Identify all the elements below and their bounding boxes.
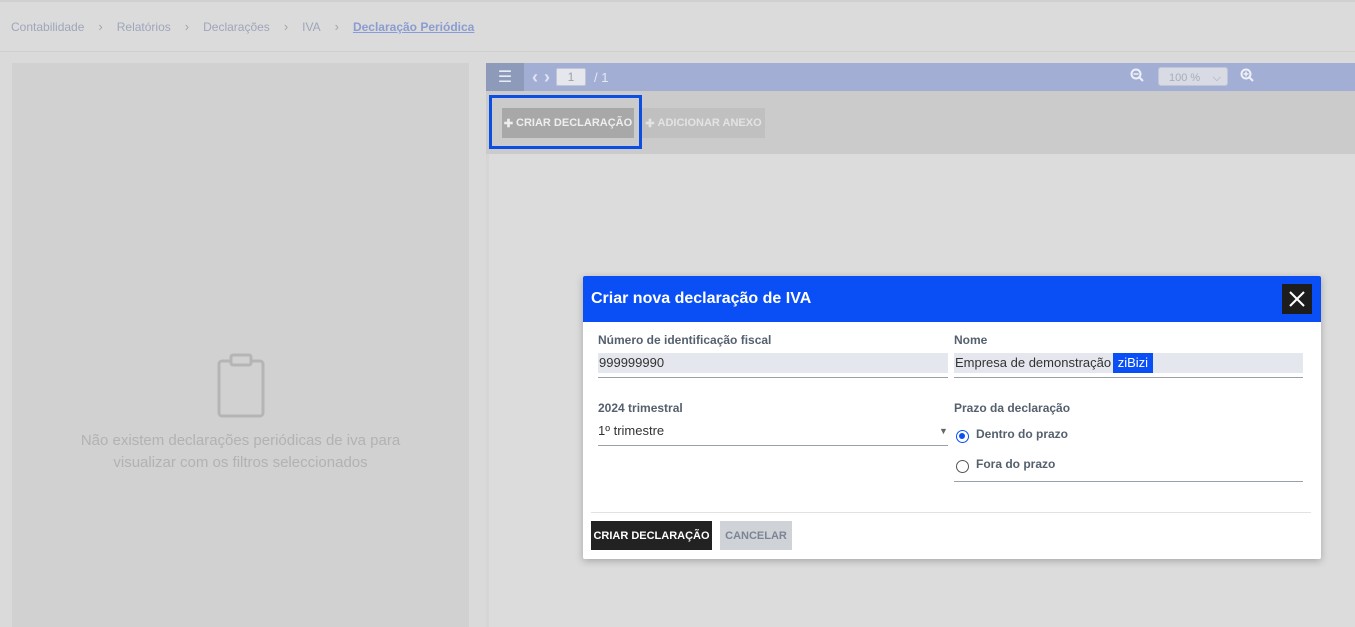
chevron-right-icon[interactable]: › — [544, 67, 550, 88]
zoom-in-icon[interactable] — [1240, 68, 1254, 86]
zoom-select[interactable]: 100 % ⌵ — [1158, 67, 1228, 86]
nif-label: Número de identificação fiscal — [598, 333, 772, 347]
periodo-label: 2024 trimestral — [598, 401, 683, 415]
breadcrumb: Contabilidade › Relatórios › Declarações… — [0, 0, 1355, 52]
empty-state-line-1: Não existem declarações periódicas de iv… — [80, 432, 401, 449]
close-icon[interactable] — [1282, 284, 1312, 314]
viewer-toolbar: ☰ ‹ › 1 / 1 100 % ⌵ — [486, 63, 1355, 91]
chevron-right-icon: › — [334, 19, 339, 34]
periodo-select[interactable]: 1º trimestre — [598, 421, 948, 441]
breadcrumb-item-iva[interactable]: IVA — [302, 20, 320, 34]
prazo-underline — [954, 481, 1303, 482]
breadcrumb-current[interactable]: Declaração Periódica — [353, 20, 474, 34]
page: Contabilidade › Relatórios › Declarações… — [0, 0, 1355, 627]
chevron-left-icon[interactable]: ‹ — [532, 67, 538, 88]
prazo-label: Prazo da declaração — [954, 401, 1071, 415]
declarations-list-panel: Não existem declarações periódicas de iv… — [12, 63, 469, 627]
menu-icon[interactable]: ☰ — [486, 63, 524, 91]
add-anexo-button[interactable]: ✚ ADICIONAR ANEXO — [642, 108, 765, 138]
clipboard-icon — [217, 353, 265, 418]
nome-value: Empresa de demonstração — [955, 355, 1112, 370]
submit-create-declaration-button[interactable]: CRIAR DECLARAÇÃO — [591, 521, 712, 550]
viewer-actions-bar: ✚ CRIAR DECLARAÇÃO ✚ ADICIONAR ANEXO — [486, 91, 1355, 154]
periodo-value: 1º trimestre — [598, 423, 665, 438]
nif-input[interactable]: 999999990 — [598, 353, 948, 373]
empty-state-message: Não existem declarações periódicas de iv… — [12, 430, 469, 474]
radio-dentro-prazo[interactable] — [956, 430, 969, 443]
nome-selected-text: ziBizi — [1112, 353, 1154, 373]
periodo-underline — [598, 445, 948, 446]
breadcrumb-item-declaracoes[interactable]: Declarações — [203, 20, 270, 34]
create-declaration-modal: Criar nova declaração de IVA Número de i… — [583, 276, 1321, 559]
radio-dentro-prazo-label[interactable]: Dentro do prazo — [976, 427, 1068, 441]
page-total: / 1 — [594, 69, 609, 85]
create-declaration-button[interactable]: ✚ CRIAR DECLARAÇÃO — [502, 108, 634, 138]
modal-title: Criar nova declaração de IVA — [591, 290, 812, 307]
zoom-value: 100 % — [1169, 72, 1201, 84]
empty-state-line-2: visualizar com os filtros seleccionados — [113, 454, 368, 471]
plus-icon: ✚ — [645, 117, 655, 130]
zoom-out-icon[interactable] — [1130, 68, 1144, 86]
cancel-button[interactable]: CANCELAR — [720, 521, 792, 550]
chevron-right-icon: › — [98, 19, 103, 34]
nome-underline — [954, 377, 1303, 378]
modal-header: Criar nova declaração de IVA — [583, 276, 1321, 322]
add-anexo-label: ADICIONAR ANEXO — [657, 117, 762, 129]
create-declaration-label: CRIAR DECLARAÇÃO — [516, 117, 633, 129]
chevron-right-icon: › — [283, 19, 289, 34]
nif-underline — [598, 377, 948, 378]
page-number-input[interactable]: 1 — [556, 68, 586, 86]
plus-icon: ✚ — [503, 117, 514, 130]
breadcrumb-item-relatorios[interactable]: Relatórios — [117, 20, 171, 34]
radio-fora-prazo-label[interactable]: Fora do prazo — [976, 457, 1055, 471]
nome-label: Nome — [954, 333, 988, 347]
caret-down-icon[interactable]: ▼ — [939, 426, 948, 436]
chevron-right-icon: › — [184, 19, 190, 34]
chevron-down-icon: ⌵ — [1212, 72, 1221, 84]
breadcrumb-item-contabilidade[interactable]: Contabilidade — [11, 20, 84, 34]
radio-fora-prazo[interactable] — [956, 460, 969, 473]
modal-footer-divider — [591, 512, 1311, 513]
nome-input[interactable]: Empresa de demonstração ziBizi — [954, 353, 1303, 373]
